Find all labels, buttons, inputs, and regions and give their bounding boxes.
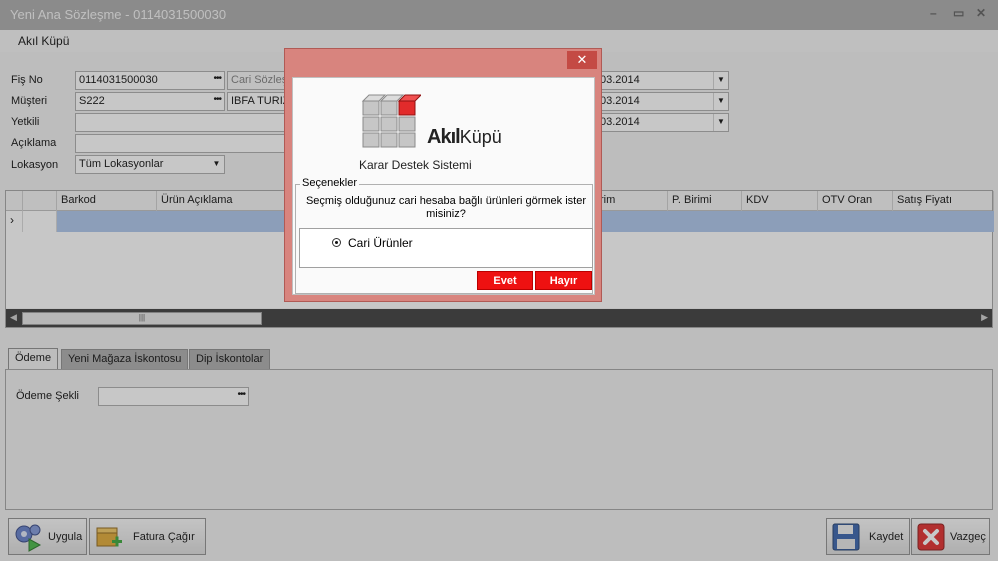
cari-urunler-label[interactable]: Cari Ürünler (348, 236, 413, 250)
brand-light: Küpü (459, 127, 502, 147)
yes-button[interactable]: Evet (477, 271, 533, 290)
dialog-subtitle: Karar Destek Sistemi (359, 158, 472, 172)
decision-dialog: ✕ AkılKüpü Karar Destek Sistemi Seçenekl… (284, 48, 602, 302)
options-group-title: Seçenekler (300, 177, 360, 189)
akil-kupu-logo-icon (361, 94, 421, 148)
dialog-question: Seçmiş olduğunuz cari hesaba bağlı ürünl… (305, 195, 587, 220)
brand-bold: Akıl (427, 126, 461, 148)
options-group: Seçenekler Seçmiş olduğunuz cari hesaba … (295, 177, 593, 294)
dialog-content: AkılKüpü Karar Destek Sistemi Seçenekler… (292, 77, 595, 295)
no-button[interactable]: Hayır (535, 271, 592, 290)
brand-logo-text: AkılKüpü (427, 126, 502, 149)
cari-urunler-radio[interactable] (332, 238, 341, 247)
dialog-close-button[interactable]: ✕ (567, 51, 597, 69)
option-box: Cari Ürünler (299, 228, 593, 268)
